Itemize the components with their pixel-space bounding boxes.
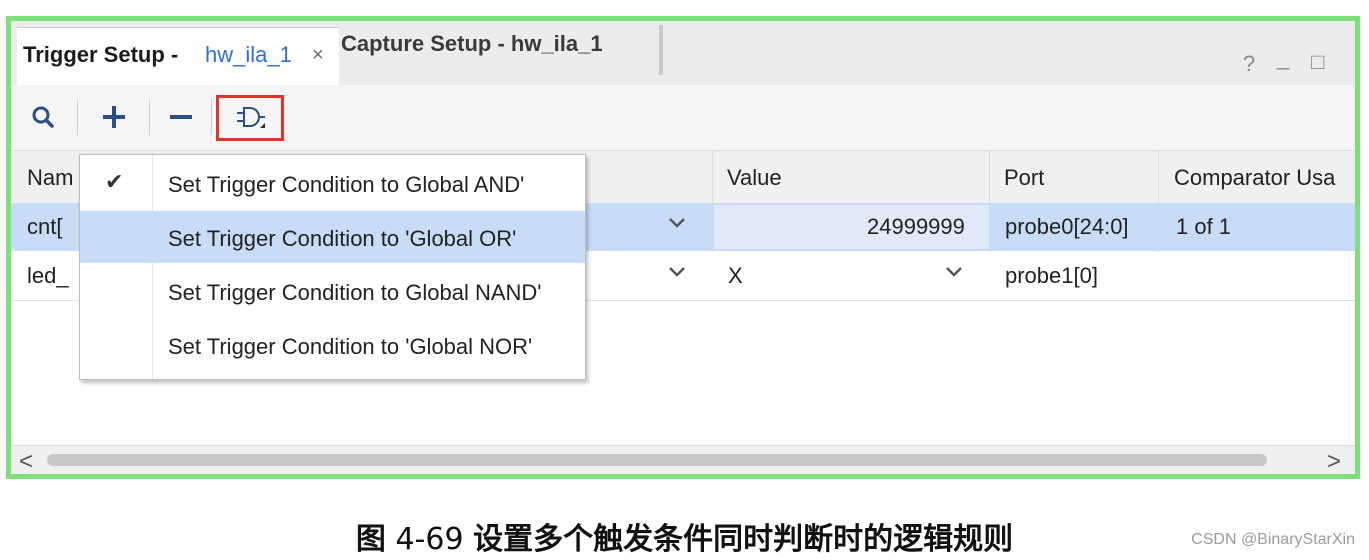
tab-trigger-setup-device: hw_ila_1 bbox=[205, 42, 292, 67]
menu-item-global-and[interactable]: ✔ Set Trigger Condition to Global AND' bbox=[80, 157, 585, 209]
tab-trigger-setup[interactable]: Trigger Setup - hw_ila_1 × bbox=[17, 27, 339, 86]
toolbar-divider bbox=[77, 99, 78, 135]
caption-text: 设置多个触发条件同时判断时的逻辑规则 bbox=[473, 522, 1014, 557]
scrollbar-thumb[interactable] bbox=[47, 454, 1267, 466]
chevron-down-icon[interactable] bbox=[943, 260, 965, 288]
scroll-left-icon[interactable]: < bbox=[19, 448, 33, 474]
toolbar-divider bbox=[211, 99, 212, 135]
row-value[interactable]: X bbox=[728, 263, 743, 289]
chevron-down-icon[interactable] bbox=[666, 211, 688, 239]
scroll-right-icon[interactable]: > bbox=[1327, 448, 1341, 474]
search-icon[interactable] bbox=[23, 97, 63, 137]
chevron-down-icon[interactable] bbox=[666, 260, 688, 288]
figure-caption: 图 4-69 设置多个触发条件同时判断时的逻辑规则 bbox=[0, 514, 1369, 558]
tab-divider bbox=[659, 25, 663, 75]
menu-item-label: Set Trigger Condition to 'Global NOR' bbox=[168, 334, 533, 359]
row-name: cnt[ bbox=[27, 214, 63, 239]
tab-trigger-setup-title: Trigger Setup - bbox=[23, 42, 179, 67]
check-icon: ✔ bbox=[105, 169, 124, 194]
close-icon[interactable]: × bbox=[312, 44, 324, 67]
row-port: probe0[24:0] bbox=[1005, 214, 1129, 239]
menu-item-global-nand[interactable]: Set Trigger Condition to Global NAND' bbox=[80, 265, 585, 317]
toolbar-divider bbox=[149, 99, 150, 135]
caption-number: 4-69 bbox=[395, 522, 464, 557]
plus-icon[interactable] bbox=[94, 97, 134, 137]
highlight-annotation bbox=[216, 95, 284, 141]
maximize-icon[interactable]: □ bbox=[1311, 49, 1324, 75]
tab-bar: Trigger Setup - hw_ila_1 × Capture Setup… bbox=[11, 21, 1355, 86]
row-comparator: 1 of 1 bbox=[1176, 214, 1232, 239]
toolbar bbox=[11, 85, 1355, 150]
menu-item-global-or[interactable]: Set Trigger Condition to 'Global OR' bbox=[80, 211, 585, 263]
minimize-icon[interactable]: _ bbox=[1277, 45, 1289, 71]
column-comparator-usage[interactable]: Comparator Usa bbox=[1174, 165, 1335, 191]
menu-item-label: Set Trigger Condition to 'Global OR' bbox=[168, 226, 517, 251]
row-value[interactable]: 24999999 bbox=[867, 214, 965, 240]
watermark: CSDN @BinaryStarXin bbox=[1191, 531, 1355, 548]
menu-item-label: Set Trigger Condition to Global NAND' bbox=[168, 280, 542, 305]
caption-figure-label: 图 bbox=[355, 522, 386, 557]
column-name[interactable]: Nam bbox=[27, 165, 73, 191]
tab-capture-setup[interactable]: Capture Setup - hw_ila_1 bbox=[341, 31, 603, 57]
menu-item-global-nor[interactable]: Set Trigger Condition to 'Global NOR' bbox=[80, 319, 585, 371]
column-value[interactable]: Value bbox=[727, 165, 782, 191]
row-name: led_ bbox=[27, 263, 69, 288]
trigger-setup-window: Trigger Setup - hw_ila_1 × Capture Setup… bbox=[6, 16, 1360, 479]
menu-item-label: Set Trigger Condition to Global AND' bbox=[168, 172, 525, 197]
help-icon[interactable]: ? bbox=[1243, 51, 1255, 77]
row-port: probe1[0] bbox=[1005, 263, 1098, 288]
column-port[interactable]: Port bbox=[1004, 165, 1044, 191]
minus-icon[interactable] bbox=[161, 97, 201, 137]
trigger-condition-menu: ✔ Set Trigger Condition to Global AND' S… bbox=[79, 154, 586, 380]
horizontal-scrollbar[interactable]: < > bbox=[11, 445, 1355, 474]
